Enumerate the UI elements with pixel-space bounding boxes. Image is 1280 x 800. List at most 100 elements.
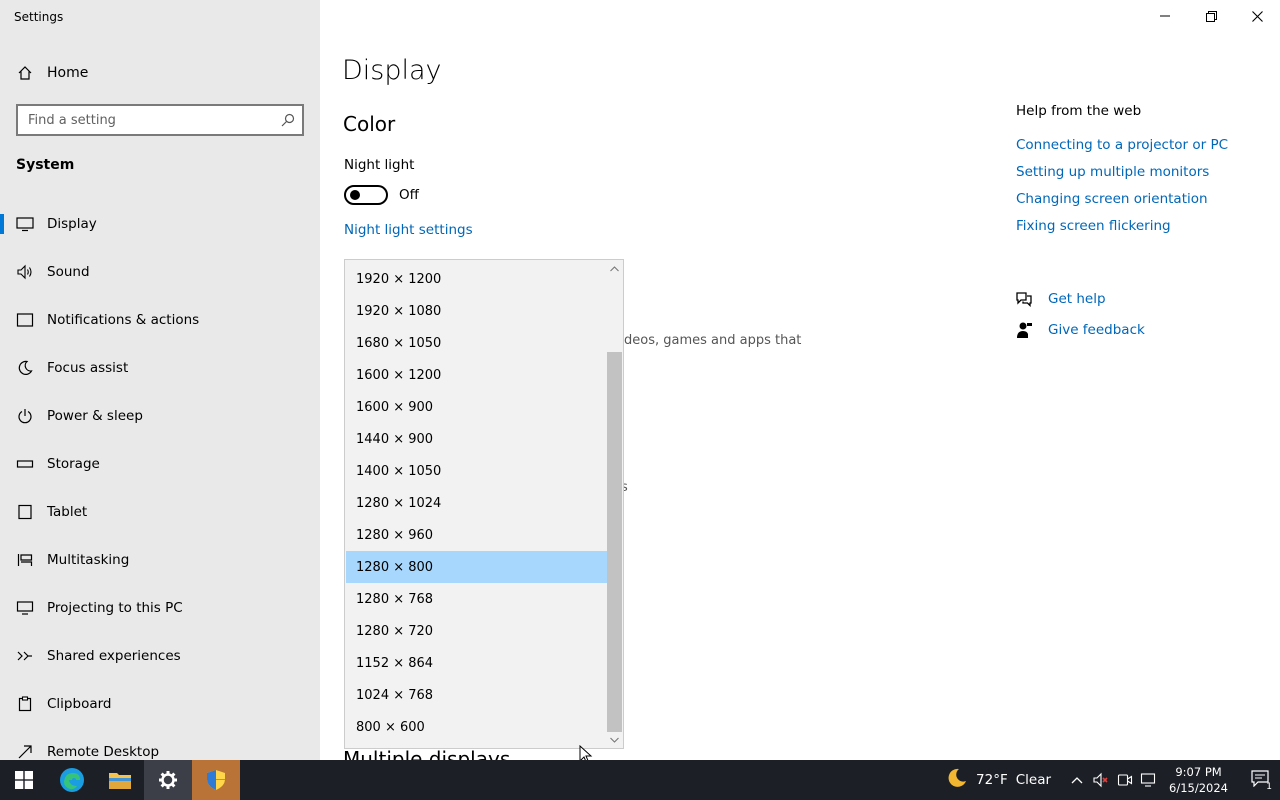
give-feedback-row: Give feedback [1014, 314, 1145, 345]
resolution-option[interactable]: 800 × 600 [346, 711, 607, 743]
sidebar-item-display[interactable]: Display [0, 200, 320, 248]
sidebar: Settings Home System Display Sound Notif… [0, 0, 320, 760]
projector-icon [15, 598, 35, 618]
search-icon[interactable] [274, 106, 302, 134]
resolution-option[interactable]: 1280 × 1024 [346, 487, 607, 519]
sidebar-item-label: Projecting to this PC [47, 600, 183, 616]
help-link-projector[interactable]: Connecting to a projector or PC [1016, 137, 1228, 164]
sidebar-item-label: Remote Desktop [47, 744, 160, 760]
scroll-up-arrow-icon[interactable] [606, 260, 623, 277]
sidebar-item-sound[interactable]: Sound [0, 248, 320, 296]
chevron-up-icon[interactable] [1065, 760, 1089, 800]
give-feedback-link[interactable]: Give feedback [1048, 322, 1145, 338]
scroll-down-arrow-icon[interactable] [606, 731, 623, 748]
edge-browser-icon[interactable] [48, 760, 96, 800]
weather-temp: 72°F [976, 772, 1008, 788]
sidebar-item-projecting[interactable]: Projecting to this PC [0, 584, 320, 632]
weather-condition: Clear [1015, 772, 1052, 788]
restore-button[interactable] [1188, 0, 1234, 32]
sidebar-item-label: Focus assist [47, 360, 129, 376]
sidebar-item-focus-assist[interactable]: Focus assist [0, 344, 320, 392]
moon-weather-icon [946, 767, 968, 793]
help-link-screen-flickering[interactable]: Fixing screen flickering [1016, 218, 1228, 245]
start-button[interactable] [0, 760, 48, 800]
tablet-icon [15, 502, 35, 522]
resolution-option[interactable]: 1600 × 1200 [346, 359, 607, 391]
resolution-option[interactable]: 1280 × 768 [346, 583, 607, 615]
taskbar: 72°F Clear 9:07 PM 6/15/2024 1 [0, 760, 1280, 800]
sidebar-item-power-sleep[interactable]: Power & sleep [0, 392, 320, 440]
resolution-option-selected[interactable]: 1280 × 800 [346, 551, 607, 583]
sidebar-item-label: Notifications & actions [47, 312, 200, 328]
resolution-dropdown[interactable]: 1920 × 1200 1920 × 1080 1680 × 1050 1600… [344, 259, 624, 749]
help-title: Help from the web [1016, 103, 1142, 119]
resolution-option[interactable]: 1600 × 900 [346, 391, 607, 423]
sidebar-item-clipboard[interactable]: Clipboard [0, 680, 320, 728]
clock-date: 6/15/2024 [1169, 781, 1228, 795]
resolution-options: 1920 × 1200 1920 × 1080 1680 × 1050 1600… [346, 263, 607, 743]
weather-widget[interactable]: 72°F Clear [946, 767, 1051, 793]
clock-time: 9:07 PM [1175, 765, 1222, 779]
night-light-settings-link[interactable]: Night light settings [344, 222, 473, 238]
settings-app-icon[interactable] [144, 760, 192, 800]
night-light-state: Off [399, 187, 419, 203]
minimize-button[interactable] [1142, 0, 1188, 32]
search-box[interactable] [16, 104, 304, 136]
sidebar-item-notifications[interactable]: Notifications & actions [0, 296, 320, 344]
home-label: Home [47, 65, 89, 81]
close-button[interactable] [1234, 0, 1280, 32]
resolution-option[interactable]: 1400 × 1050 [346, 455, 607, 487]
resolution-option[interactable]: 1920 × 1080 [346, 295, 607, 327]
security-shield-icon[interactable] [192, 760, 240, 800]
clipboard-icon [15, 694, 35, 714]
meet-now-icon[interactable] [1113, 760, 1137, 800]
multiple-displays-heading: Multiple displays [343, 748, 511, 760]
window-controls [1142, 0, 1280, 32]
file-explorer-icon[interactable] [96, 760, 144, 800]
feedback-icon [1014, 320, 1034, 340]
resolution-option[interactable]: 1680 × 1050 [346, 327, 607, 359]
storage-icon [15, 454, 35, 474]
scroll-thumb[interactable] [607, 352, 622, 732]
sidebar-item-label: Tablet [47, 504, 88, 520]
speaker-icon [15, 262, 35, 282]
resolution-option[interactable]: 1280 × 960 [346, 519, 607, 551]
resolution-option[interactable]: 1152 × 864 [346, 647, 607, 679]
help-link-multiple-monitors[interactable]: Setting up multiple monitors [1016, 164, 1228, 191]
color-heading: Color [343, 112, 396, 136]
sidebar-item-label: Multitasking [47, 552, 130, 568]
sidebar-item-label: Shared experiences [47, 648, 181, 664]
sidebar-item-label: Display [47, 216, 97, 232]
sidebar-item-storage[interactable]: Storage [0, 440, 320, 488]
search-input[interactable] [18, 112, 274, 128]
sidebar-item-tablet[interactable]: Tablet [0, 488, 320, 536]
get-help-row: Get help [1014, 283, 1145, 314]
help-actions: Get help Give feedback [1014, 283, 1145, 345]
night-light-toggle[interactable] [344, 185, 388, 205]
sidebar-item-remote-desktop[interactable]: Remote Desktop [0, 728, 320, 760]
resolution-option[interactable]: 1280 × 720 [346, 615, 607, 647]
notification-count: 1 [1266, 782, 1272, 792]
help-link-screen-orientation[interactable]: Changing screen orientation [1016, 191, 1228, 218]
sidebar-item-multitasking[interactable]: Multitasking [0, 536, 320, 584]
notification-icon [15, 310, 35, 330]
night-light-label: Night light [344, 157, 415, 173]
sidebar-item-shared-experiences[interactable]: Shared experiences [0, 632, 320, 680]
clock[interactable]: 9:07 PM 6/15/2024 [1169, 764, 1228, 796]
dropdown-scrollbar[interactable] [606, 260, 623, 748]
section-title: System [16, 157, 75, 173]
speaker-muted-icon[interactable] [1089, 760, 1113, 800]
home-nav-item[interactable]: Home [0, 58, 320, 88]
resolution-option[interactable]: 1440 × 900 [346, 423, 607, 455]
sidebar-item-label: Storage [47, 456, 100, 472]
get-help-link[interactable]: Get help [1048, 291, 1106, 307]
multitasking-icon [15, 550, 35, 570]
toggle-knob [350, 190, 360, 200]
sidebar-item-label: Power & sleep [47, 408, 143, 424]
resolution-option[interactable]: 1920 × 1200 [346, 263, 607, 295]
page-title: Display [342, 55, 442, 86]
resolution-option[interactable]: 1024 × 768 [346, 679, 607, 711]
action-center-button[interactable]: 1 [1240, 760, 1280, 800]
sidebar-nav: Display Sound Notifications & actions Fo… [0, 200, 320, 760]
network-icon[interactable] [1137, 760, 1161, 800]
